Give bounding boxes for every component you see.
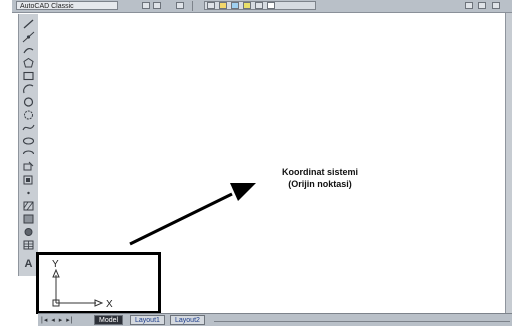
- tab-layout1[interactable]: Layout1: [130, 315, 165, 325]
- annotation-caption: Koordinat sistemi (Orijin noktasi): [260, 166, 380, 190]
- tab-layout2[interactable]: Layout2: [170, 315, 205, 325]
- horizontal-scrollbar[interactable]: [214, 321, 510, 322]
- vertical-scrollbar[interactable]: [505, 13, 512, 313]
- autocad-window: AutoCAD Classic A Koordinat sistemi (Ori…: [0, 0, 512, 326]
- ucs-highlight-box: [36, 252, 161, 314]
- tab-model[interactable]: Model: [94, 315, 124, 325]
- layout-tab-bar: |◂ ◂ ▸ ▸| Model Layout1 Layout2: [38, 313, 512, 326]
- tab-navigation-arrows[interactable]: |◂ ◂ ▸ ▸|: [41, 316, 93, 325]
- caption-line-2: (Orijin noktasi): [288, 179, 352, 189]
- caption-line-1: Koordinat sistemi: [281, 167, 358, 177]
